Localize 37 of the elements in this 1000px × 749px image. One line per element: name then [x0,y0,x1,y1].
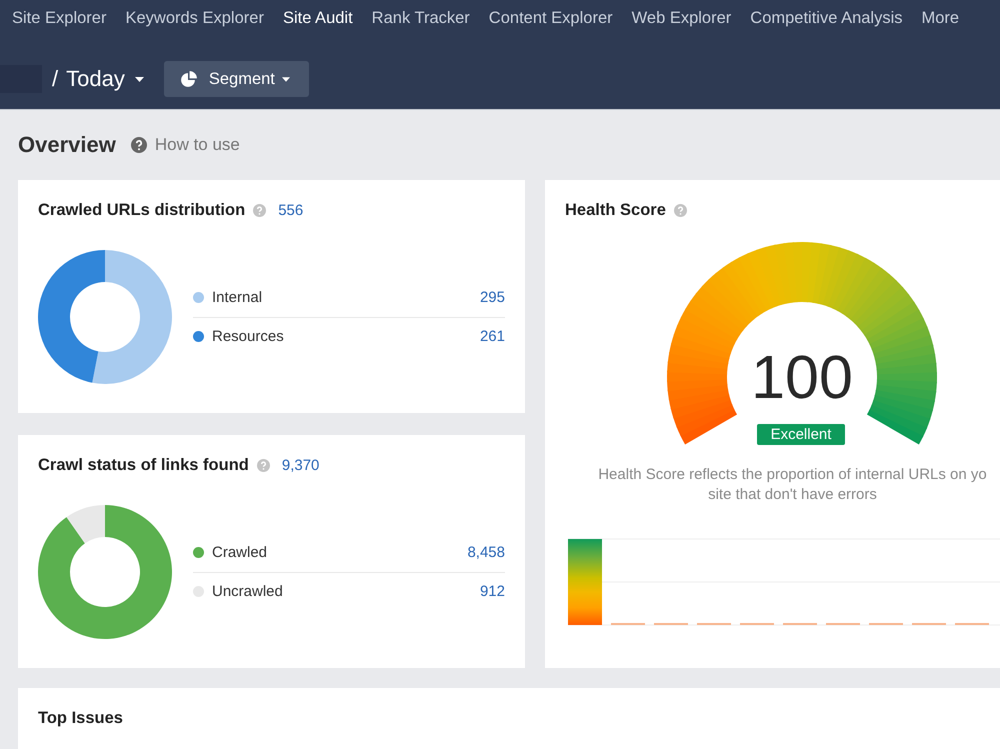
nav-tab[interactable]: More [922,9,960,28]
total-count[interactable]: 9,370 [282,456,320,474]
nav-tab[interactable]: Rank Tracker [372,9,470,28]
total-count[interactable]: 556 [278,202,304,218]
nav-tab[interactable]: Site Audit [282,9,353,28]
legend-value[interactable]: 8,458 [467,544,505,561]
legend-label: Resources [212,328,284,345]
nav-tab[interactable]: Keywords Explorer [125,9,264,28]
date-dropdown[interactable]: Today [66,66,144,92]
legend-label: Internal [212,289,262,306]
nav-tab[interactable]: Competitive Analysis [750,9,903,28]
legend-label: Uncrawled [212,583,283,600]
nav-tab[interactable]: Content Explorer [488,9,613,28]
help-icon[interactable] [674,204,687,216]
caret-icon [282,76,290,82]
legend-label: Crawled [212,544,268,561]
help-icon [130,137,147,153]
legend-value[interactable]: 261 [480,328,505,345]
page-title: Overview [18,132,116,158]
pie-chart-icon [180,71,197,87]
card-title: Health Score [565,200,666,220]
legend-value[interactable]: 912 [480,583,505,600]
rating-badge: Excellent [757,424,845,445]
card-title: Crawl status of links found [38,456,249,474]
caret-icon [134,76,144,82]
how-to-use-link[interactable]: How to use [130,135,240,155]
nav-tab[interactable]: Web Explorer [632,9,732,28]
help-icon[interactable] [253,204,266,216]
health-score-value: 100 [750,343,854,411]
help-icon[interactable] [256,458,270,472]
card-title: Crawled URLs distribution [38,200,246,220]
card-title: Top Issues [38,708,124,728]
segment-button[interactable]: Segment [164,61,309,97]
health-score-description: Health Score reflects the proportion of internal URLs on yo site that don't have errors [597,465,988,505]
breadcrumb-separator: / [52,66,58,92]
nav-tab[interactable]: Site Explorer [12,9,106,28]
legend-value[interactable]: 295 [480,289,505,306]
